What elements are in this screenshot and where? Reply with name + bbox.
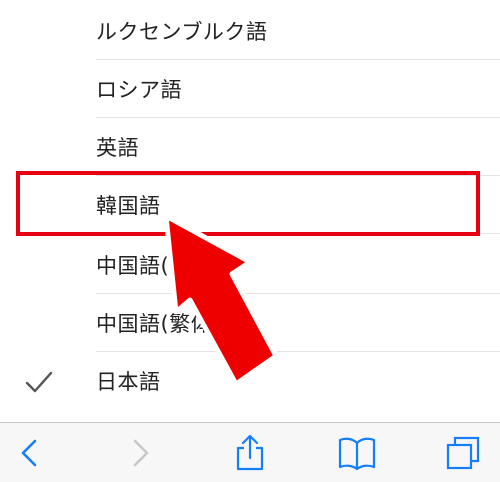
language-item-luxembourgish[interactable]: ルクセンブルク語 [0, 2, 500, 60]
back-icon [21, 439, 37, 467]
language-list: ルクセンブルク語 ロシア語 英語 韓国語 中国語( 中国語(繁体 日本語 [0, 0, 500, 422]
language-label: 日本語 [96, 370, 161, 394]
language-item-korean[interactable]: 韓国語 [0, 176, 500, 234]
language-label: ルクセンブルク語 [96, 20, 268, 44]
bookmarks-icon [338, 437, 376, 470]
share-button[interactable] [228, 431, 272, 475]
language-item-english[interactable]: 英語 [0, 118, 500, 176]
language-item-chinese-traditional[interactable]: 中国語(繁体 [0, 294, 500, 352]
language-label: 韓国語 [96, 194, 161, 218]
row-divider [96, 233, 500, 234]
language-item-russian[interactable]: ロシア語 [0, 60, 500, 118]
tabs-icon [446, 436, 480, 470]
checkmark-icon [25, 371, 53, 393]
forward-icon [133, 439, 149, 467]
back-button[interactable] [8, 431, 52, 475]
language-item-chinese-simplified[interactable]: 中国語( [0, 236, 500, 294]
bookmarks-button[interactable] [335, 431, 379, 475]
language-label: 英語 [96, 136, 139, 160]
share-icon [236, 434, 264, 471]
language-label: 中国語(繁体 [96, 312, 213, 336]
forward-button[interactable] [118, 431, 162, 475]
language-label: ロシア語 [96, 78, 182, 102]
tabs-button[interactable] [441, 431, 485, 475]
language-label: 中国語( [96, 254, 170, 278]
browser-toolbar [0, 422, 500, 482]
language-item-japanese[interactable]: 日本語 [0, 352, 500, 410]
